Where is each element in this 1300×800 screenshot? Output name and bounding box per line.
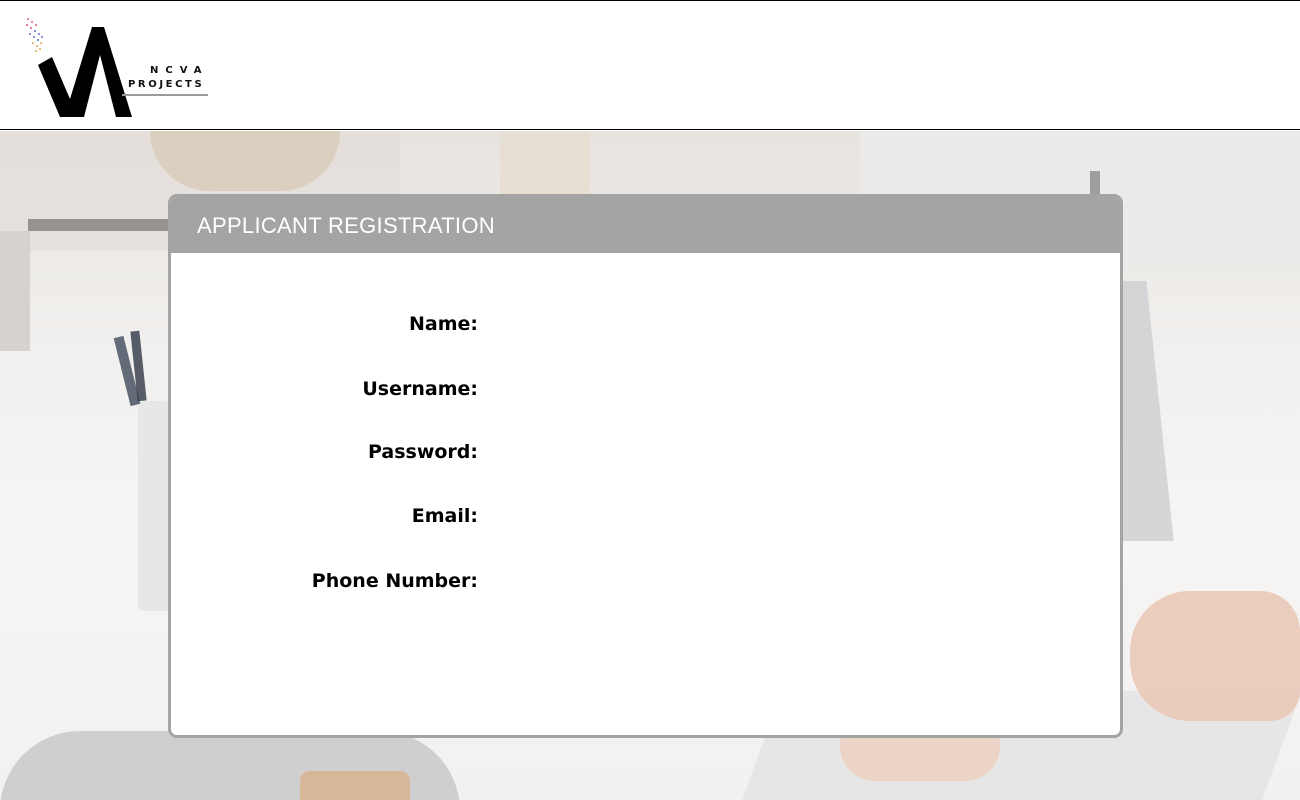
password-input[interactable]	[489, 435, 1049, 469]
form-row-password: Password:	[171, 435, 1120, 469]
logo-text-ncva: NCVA	[150, 65, 209, 76]
form-row-phone: Phone Number:	[171, 564, 1120, 598]
email-input[interactable]	[489, 499, 1049, 533]
panel-title: APPLICANT REGISTRATION	[197, 213, 495, 238]
company-logo[interactable]: NCVA PROJECTS	[22, 13, 212, 123]
phone-number-label: Phone Number:	[311, 570, 478, 592]
username-label: Username:	[362, 378, 478, 400]
registration-panel: APPLICANT REGISTRATION Name: Username: P…	[168, 194, 1123, 738]
email-label: Email:	[411, 505, 478, 527]
form-row-username: Username:	[171, 372, 1120, 406]
site-header: NCVA PROJECTS	[0, 0, 1300, 130]
phone-number-input[interactable]	[489, 564, 1049, 598]
logo-text-projects: PROJECTS	[128, 79, 205, 90]
panel-header: APPLICANT REGISTRATION	[171, 197, 1120, 253]
logo-underline	[122, 94, 208, 96]
name-label: Name:	[408, 313, 478, 335]
username-input[interactable]	[489, 372, 1049, 406]
name-input[interactable]	[489, 307, 1049, 341]
form-row-name: Name:	[171, 307, 1120, 341]
form-row-email: Email:	[171, 499, 1120, 533]
password-label: Password:	[367, 441, 478, 463]
